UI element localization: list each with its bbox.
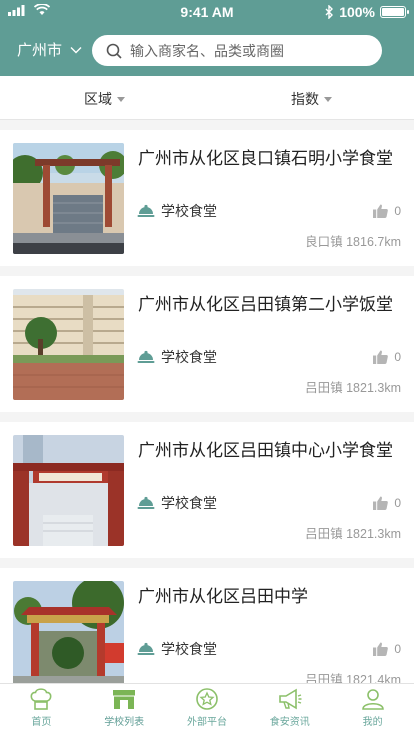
like-count-value: 0	[394, 350, 401, 364]
search-placeholder: 输入商家名、品类或商圈	[130, 42, 284, 59]
chef-hat-icon	[30, 688, 52, 710]
tab-label: 我的	[362, 717, 383, 728]
search-icon	[106, 43, 122, 59]
status-bar: 9:41 AM 100%	[0, 0, 414, 24]
caret-down-icon	[324, 96, 332, 102]
tab-label: 食安资讯	[269, 717, 310, 728]
thumbs-up-icon	[373, 350, 389, 364]
school-gate-photo	[13, 435, 124, 546]
star-badge-icon	[196, 688, 218, 710]
bottom-tab-bar: 首页 学校列表 外部平台 食安资讯 我的	[0, 683, 414, 736]
index-filter-label: 指数	[291, 91, 319, 107]
restaurant-name: 广州市从化区吕田镇第二小学饭堂	[138, 295, 393, 314]
list-item[interactable]: 广州市从化区吕田镇中心小学食堂 学校食堂 0 吕田镇 1821.3km	[0, 422, 414, 558]
battery-percent: 100%	[339, 4, 375, 20]
tab-external-platform[interactable]: 外部平台	[166, 684, 249, 736]
restaurant-name: 广州市从化区吕田镇中心小学食堂	[138, 441, 393, 460]
tab-label: 首页	[31, 717, 52, 728]
like-count[interactable]: 0	[373, 642, 401, 656]
food-cover-icon	[137, 350, 155, 363]
category-label: 学校食堂	[161, 349, 217, 365]
like-count[interactable]: 0	[373, 204, 401, 218]
category-tag: 学校食堂	[137, 347, 217, 367]
like-count[interactable]: 0	[373, 350, 401, 364]
thumbs-up-icon	[373, 496, 389, 510]
category-tag: 学校食堂	[137, 639, 217, 659]
school-building-photo	[13, 289, 124, 400]
location-distance: 良口镇 1816.7km	[305, 235, 401, 249]
school-store-icon	[113, 690, 136, 709]
tab-profile[interactable]: 我的	[331, 684, 414, 736]
city-selector[interactable]: 广州市	[17, 39, 82, 60]
tab-school-list[interactable]: 学校列表	[83, 684, 166, 736]
restaurant-name: 广州市从化区良口镇石明小学食堂	[138, 149, 393, 168]
location-distance: 吕田镇 1821.3km	[305, 381, 401, 395]
category-label: 学校食堂	[161, 203, 217, 219]
thumbs-up-icon	[373, 642, 389, 656]
category-label: 学校食堂	[161, 495, 217, 511]
index-filter[interactable]: 指数	[291, 89, 332, 109]
tab-label: 外部平台	[186, 717, 227, 728]
like-count-value: 0	[394, 204, 401, 218]
restaurant-name: 广州市从化区吕田中学	[138, 587, 308, 606]
school-list: 广州市从化区良口镇石明小学食堂 学校食堂 0 良口镇 1816.7km 广州市从…	[0, 120, 414, 683]
like-count-value: 0	[394, 642, 401, 656]
caret-down-icon	[117, 96, 125, 102]
chevron-down-icon	[70, 46, 82, 53]
location-distance: 吕田镇 1821.4km	[305, 673, 401, 683]
search-input[interactable]: 输入商家名、品类或商圈	[92, 35, 382, 66]
area-filter-label: 区域	[84, 91, 112, 107]
list-item[interactable]: 广州市从化区吕田镇第二小学饭堂 学校食堂 0 吕田镇 1821.3km	[0, 276, 414, 412]
category-label: 学校食堂	[161, 641, 217, 657]
megaphone-icon	[278, 688, 302, 710]
school-gate-photo	[13, 581, 124, 683]
list-item[interactable]: 广州市从化区良口镇石明小学食堂 学校食堂 0 良口镇 1816.7km	[0, 130, 414, 266]
school-gate-photo	[13, 143, 124, 254]
user-icon	[361, 689, 384, 710]
category-tag: 学校食堂	[137, 201, 217, 221]
bluetooth-icon	[325, 5, 334, 19]
filter-bar: 区域 指数	[0, 76, 414, 120]
like-count[interactable]: 0	[373, 496, 401, 510]
area-filter[interactable]: 区域	[84, 89, 125, 109]
food-cover-icon	[137, 204, 155, 217]
like-count-value: 0	[394, 496, 401, 510]
city-label: 广州市	[17, 42, 63, 59]
food-cover-icon	[137, 496, 155, 509]
tab-food-safety-news[interactable]: 食安资讯	[248, 684, 331, 736]
tab-home[interactable]: 首页	[0, 684, 83, 736]
location-distance: 吕田镇 1821.3km	[305, 527, 401, 541]
app-header: 广州市 输入商家名、品类或商圈	[0, 24, 414, 76]
list-item[interactable]: 广州市从化区吕田中学 学校食堂 0 吕田镇 1821.4km	[0, 568, 414, 683]
category-tag: 学校食堂	[137, 493, 217, 513]
thumbs-up-icon	[373, 204, 389, 218]
food-cover-icon	[137, 642, 155, 655]
tab-label: 学校列表	[104, 717, 145, 728]
battery-icon	[380, 6, 409, 18]
